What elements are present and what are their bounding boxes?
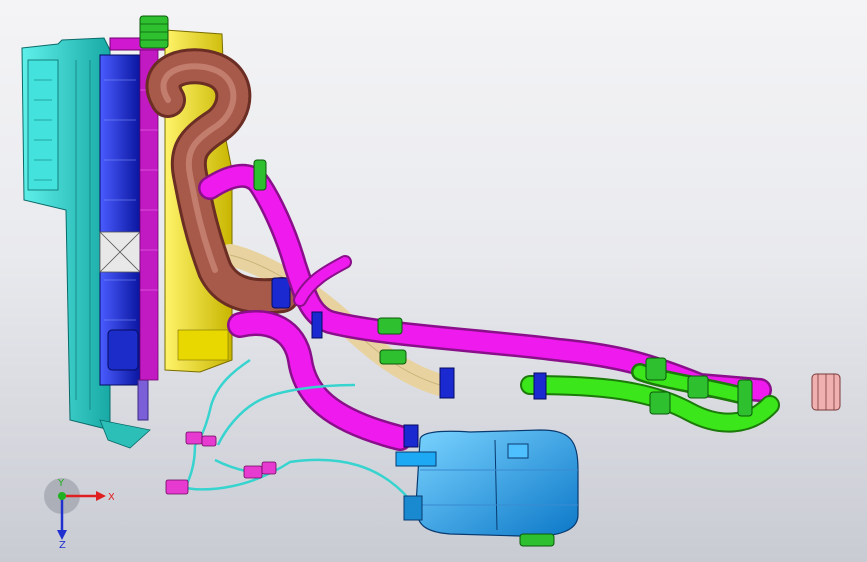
x-axis-label: X	[108, 492, 114, 503]
assembly-model[interactable]	[0, 0, 867, 562]
hose-clamp[interactable]	[311, 311, 323, 339]
cad-viewport[interactable]: X Y Z	[0, 0, 867, 562]
hose-clamp[interactable]	[403, 424, 419, 448]
radiator-cap[interactable]	[139, 15, 169, 49]
expansion-reservoir[interactable]	[395, 429, 579, 537]
hose-clamp[interactable]	[439, 367, 455, 399]
hose-clamp[interactable]	[533, 372, 547, 400]
y-axis-label: Y	[57, 478, 65, 489]
y-axis-dot	[58, 492, 66, 500]
z-axis-label: Z	[59, 540, 66, 548]
axis-triad: X Y Z	[44, 478, 114, 548]
reservoir-cap[interactable]	[519, 533, 555, 547]
outlet-connector[interactable]	[811, 373, 841, 411]
